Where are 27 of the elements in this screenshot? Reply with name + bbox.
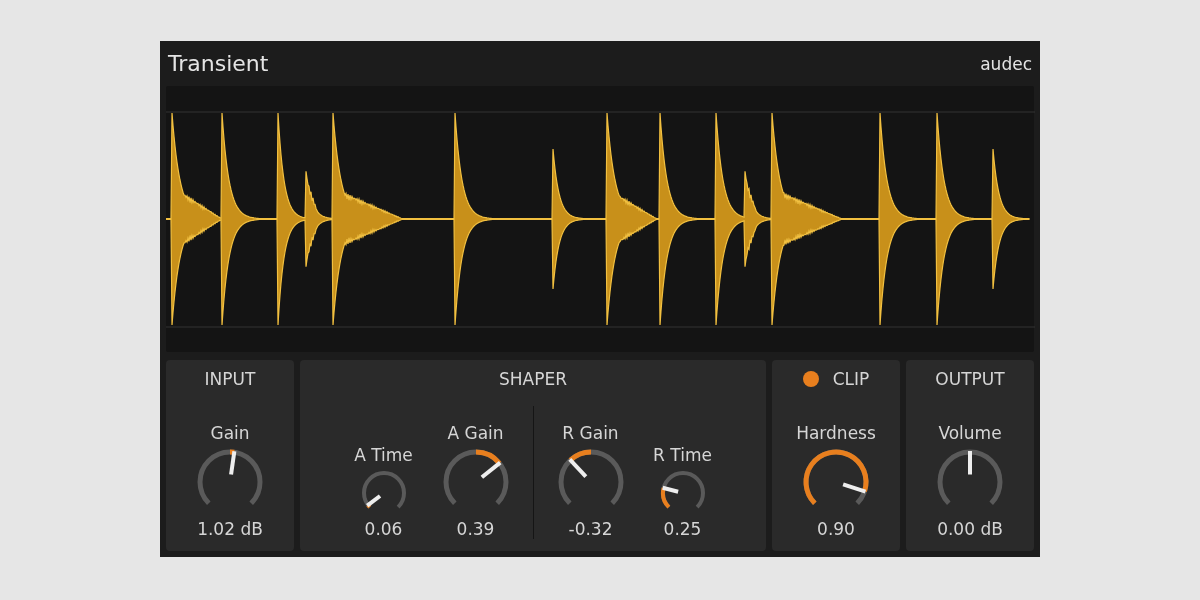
knob-value: 0.39 (456, 519, 495, 539)
knob-value: -0.32 (568, 519, 613, 539)
knob-label: Hardness (796, 423, 876, 443)
section-title: INPUT (204, 369, 256, 389)
knob-pointer[interactable] (365, 494, 381, 508)
knob-pointer[interactable] (661, 485, 679, 494)
knob-pointer[interactable] (480, 461, 501, 479)
knob-pointer[interactable] (229, 451, 237, 475)
section-title: SHAPER (499, 369, 567, 389)
knob-pointer[interactable] (567, 458, 587, 478)
knob-label: R Gain (562, 423, 619, 443)
knob-label: A Gain (447, 423, 504, 443)
plugin-title: Transient (168, 51, 269, 76)
knob-label: Volume (938, 423, 1002, 443)
brand-logo: audec (980, 53, 1032, 74)
section-title: OUTPUT (935, 369, 1005, 389)
knob-label: A Time (354, 445, 413, 465)
knob-value: 1.02 dB (197, 519, 263, 539)
section-title: CLIP (832, 369, 870, 389)
clip-indicator[interactable] (802, 371, 819, 387)
knob-value: 0.06 (364, 519, 403, 539)
knob-label: Gain (210, 423, 250, 443)
knob-value: 0.90 (817, 519, 855, 539)
knob-value: 0.00 dB (937, 519, 1003, 539)
knob-value: 0.25 (663, 519, 702, 539)
knob-pointer[interactable] (842, 482, 867, 494)
knob-label: R Time (653, 445, 712, 465)
